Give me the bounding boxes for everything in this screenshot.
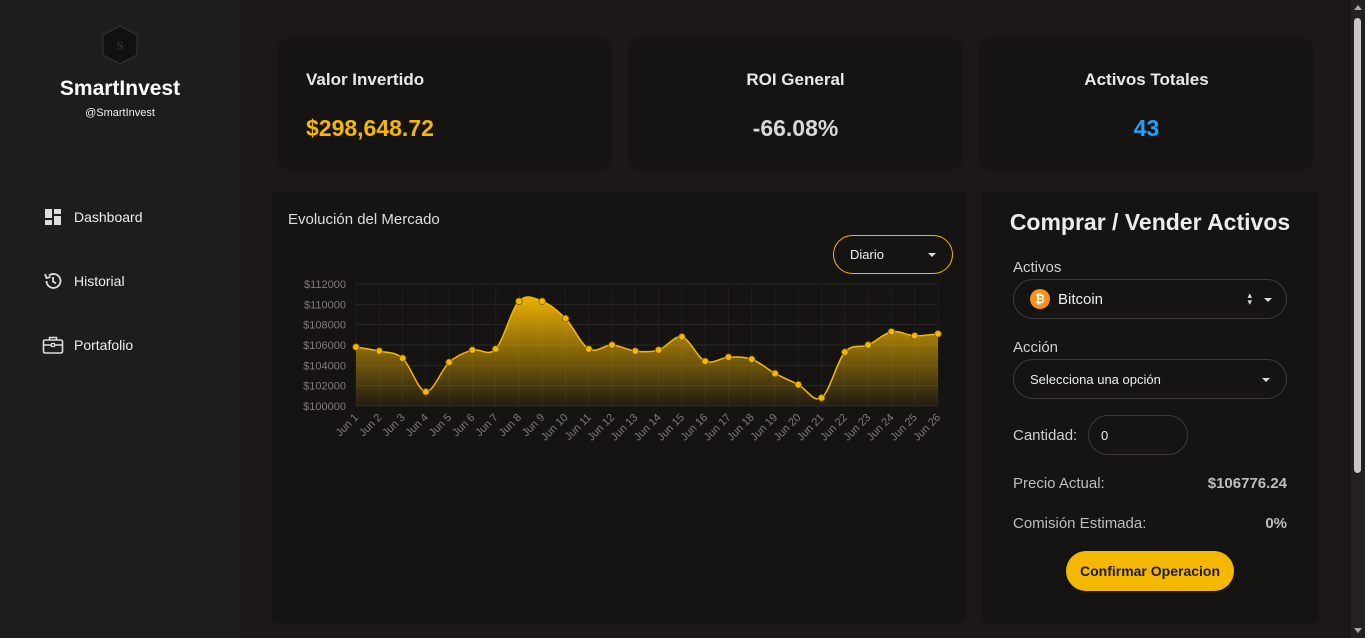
x-tick-label: Jun 2: [357, 412, 385, 440]
x-tick-label: Jun 4: [403, 412, 431, 440]
chart-point: [585, 345, 593, 353]
chart-point: [561, 314, 570, 323]
chart-point: [398, 354, 407, 362]
chart-point: [841, 348, 849, 356]
stat-value: 43: [1133, 115, 1160, 141]
stat-card-invested: Valor Invertido $298,648.72: [277, 37, 612, 171]
sidebar: S SmartInvest @SmartInvest Dashboard His…: [0, 0, 240, 638]
stat-card-assets: Activos Totales 43: [979, 37, 1314, 171]
dashboard-icon: [45, 209, 61, 225]
chart-point: [468, 346, 477, 354]
brand-handle: @SmartInvest: [85, 107, 155, 119]
brand-name: SmartInvest: [59, 77, 181, 100]
x-tick-label: Jun 1: [334, 412, 362, 440]
quantity-label: Cantidad:: [1013, 427, 1078, 444]
y-tick-label: $102000: [303, 381, 346, 393]
chart-point: [352, 343, 360, 351]
stat-value: -66.08%: [752, 115, 839, 141]
y-tick-label: $104000: [303, 360, 346, 372]
bitcoin-icon: ₿: [1030, 289, 1050, 309]
y-tick-label: $110000: [304, 299, 346, 311]
briefcase-icon: [42, 336, 64, 354]
market-chart-panel: $100000 $102000 $104000 $106000 $108000 $1100…: [272, 191, 966, 623]
chart-point: [608, 341, 616, 349]
chart-title: Evolución del Mercado: [288, 211, 440, 228]
scrollbar[interactable]: [1351, 0, 1365, 638]
chart-point: [864, 341, 872, 349]
sidebar-item-portafolio[interactable]: Portafolio: [42, 333, 133, 357]
chart-point: [794, 380, 803, 389]
x-tick-label: Jun 7: [473, 412, 501, 440]
asset-select-value: Bitcoin: [1058, 290, 1104, 308]
chart-point: [771, 369, 779, 378]
x-tick-label: Jun 8: [497, 412, 525, 440]
sidebar-item-historial[interactable]: Historial: [42, 269, 125, 293]
action-label: Acción: [1013, 339, 1059, 356]
logo-letter: S: [116, 38, 123, 53]
chart-point: [422, 388, 430, 396]
x-tick-label: Jun 5: [427, 412, 455, 440]
trade-panel: Comprar / Vender Activos Activos ₿ Bitco…: [981, 191, 1319, 623]
x-tick-label: Jun 3: [380, 412, 408, 440]
stat-title: Activos Totales: [1084, 70, 1209, 89]
logo-icon: S: [102, 25, 138, 65]
chart-point: [724, 353, 733, 361]
price-label: Precio Actual:: [1013, 475, 1105, 492]
chart-point: [375, 347, 383, 355]
range-select[interactable]: Diario: [833, 235, 953, 274]
chart-point: [934, 330, 942, 338]
chevron-down-icon: [1262, 378, 1270, 382]
chart-point: [748, 355, 756, 363]
chart-point: [817, 394, 826, 402]
chart-point: [887, 328, 896, 336]
chart-point: [701, 357, 709, 365]
stat-card-roi: ROI General -66.08%: [628, 37, 963, 171]
chart-point: [445, 358, 453, 366]
fee-label: Comisión Estimada:: [1013, 515, 1147, 532]
range-select-value: Diario: [850, 247, 884, 262]
sidebar-item-label: Portafolio: [74, 337, 134, 353]
chevron-down-icon: [928, 253, 936, 257]
stat-title: ROI General: [746, 70, 845, 89]
chart-point: [678, 333, 686, 341]
history-icon: [44, 273, 62, 289]
chart-point: [491, 345, 500, 353]
y-tick-label: $100000: [303, 401, 346, 413]
chart-point: [911, 332, 919, 340]
x-tick-label: Jun 6: [450, 412, 478, 440]
y-tick-label: $108000: [303, 320, 346, 332]
sidebar-item-label: Dashboard: [74, 209, 143, 225]
chart-point: [631, 347, 640, 355]
asset-label: Activos: [1013, 259, 1062, 276]
sidebar-item-dashboard[interactable]: Dashboard: [42, 205, 143, 229]
chart-point: [654, 346, 663, 354]
chart-point: [538, 297, 546, 305]
chevron-down-icon: [1264, 298, 1272, 302]
y-tick-label: $112000: [304, 279, 346, 291]
asset-select[interactable]: ₿ Bitcoin ▴ ▾: [1013, 279, 1287, 319]
scroll-thumb[interactable]: [1354, 18, 1361, 473]
chart-point: [515, 297, 523, 305]
sidebar-item-label: Historial: [74, 273, 125, 289]
updown-icon: ▴ ▾: [1247, 290, 1252, 307]
trade-title: Comprar / Vender Activos: [1009, 209, 1291, 235]
scroll-up-icon[interactable]: [1354, 5, 1362, 10]
action-select[interactable]: Selecciona una opción: [1013, 359, 1287, 399]
scroll-down-icon[interactable]: [1354, 628, 1362, 633]
fee-value: 0%: [1265, 515, 1287, 532]
price-value: $106776.24: [1207, 475, 1287, 492]
action-select-value: Selecciona una opción: [1030, 371, 1161, 387]
confirm-button[interactable]: Confirmar Operacion: [1066, 551, 1234, 591]
y-tick-label: $106000: [303, 340, 346, 352]
stat-value: $298,648.72: [306, 115, 434, 141]
quantity-input[interactable]: [1088, 415, 1188, 455]
stat-title: Valor Invertido: [306, 70, 425, 89]
